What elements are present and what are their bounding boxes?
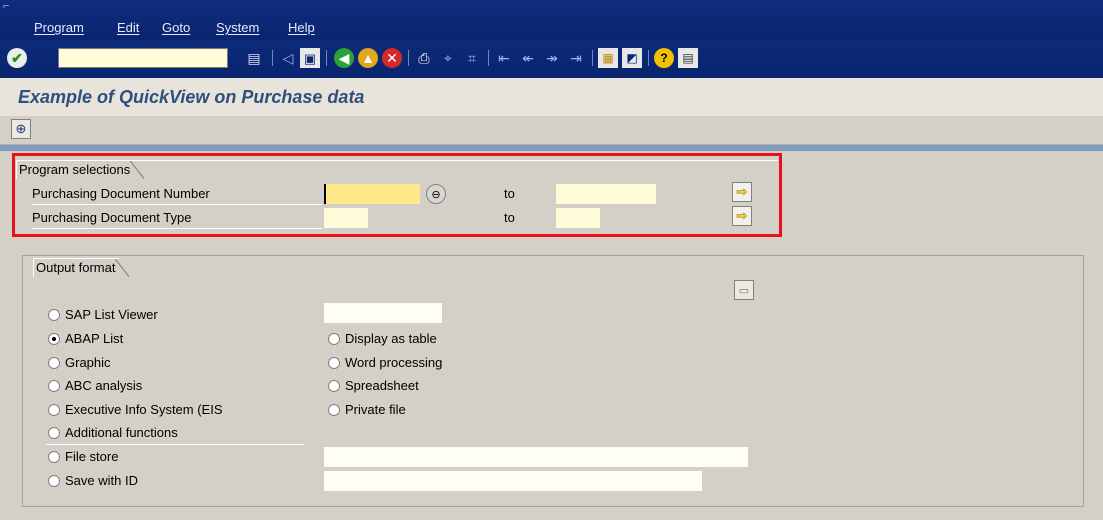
radio-abap-list[interactable]: ABAP List — [48, 328, 123, 350]
radio-private-file[interactable]: Private file — [328, 399, 406, 421]
print-icon[interactable]: ⎙ — [414, 48, 434, 68]
divider — [46, 444, 304, 445]
purchasing-document-number-label: Purchasing Document Number — [32, 184, 322, 205]
radio-icon[interactable] — [328, 404, 340, 416]
option-label: Save with ID — [65, 473, 138, 488]
shortcut-icon[interactable]: ◩ — [622, 48, 642, 68]
purchasing-document-type-to-input[interactable] — [556, 208, 600, 228]
next-page-icon[interactable]: ↠ — [542, 48, 562, 68]
application-toolbar — [0, 116, 1103, 145]
radio-abc-analysis[interactable]: ABC analysis — [48, 375, 142, 397]
output-format-group — [22, 255, 1084, 507]
radio-icon[interactable] — [48, 404, 60, 416]
purchasing-document-number-to-input[interactable] — [556, 184, 656, 204]
radio-graphic[interactable]: Graphic — [48, 352, 111, 374]
multiple-selection-icon[interactable]: ⇨ — [732, 182, 752, 202]
find-icon[interactable]: ⌖ — [438, 48, 458, 68]
radio-icon[interactable] — [48, 333, 60, 345]
option-label: File store — [65, 449, 119, 464]
radio-word-processing[interactable]: Word processing — [328, 352, 442, 374]
back-icon[interactable]: ◀ — [334, 48, 354, 68]
toolbar-separator — [592, 50, 593, 66]
radio-sap-list-viewer[interactable]: SAP List Viewer — [48, 304, 158, 326]
enter-icon[interactable]: ✔ — [7, 48, 27, 68]
radio-icon[interactable] — [328, 380, 340, 392]
last-page-icon[interactable]: ⇥ — [566, 48, 586, 68]
option-label: Additional functions — [65, 425, 178, 440]
toolbar-separator — [272, 50, 273, 66]
option-label: SAP List Viewer — [65, 307, 158, 322]
option-label: Private file — [345, 402, 406, 417]
option-label: Word processing — [345, 355, 443, 370]
option-label: ABAP List — [65, 331, 124, 346]
menu-help[interactable]: Help — [288, 20, 315, 35]
to-label: to — [504, 186, 515, 201]
search-help-icon[interactable]: ⊖ — [426, 184, 446, 204]
output-format-title: Output format — [33, 258, 131, 277]
option-label: Executive Info System (EIS — [65, 402, 223, 417]
menu-system[interactable]: System — [216, 20, 259, 35]
menu-edit[interactable]: Edit — [117, 20, 139, 35]
radio-file-store[interactable]: File store — [48, 446, 118, 468]
command-history-icon[interactable]: ▤ — [244, 48, 264, 68]
exit-icon[interactable]: ▲ — [358, 48, 378, 68]
layout-menu-icon[interactable]: ▤ — [678, 48, 698, 68]
radio-icon[interactable] — [48, 357, 60, 369]
toolbar-separator — [488, 50, 489, 66]
radio-icon[interactable] — [48, 427, 60, 439]
page-title: Example of QuickView on Purchase data — [18, 87, 365, 107]
header-divider — [0, 145, 1103, 151]
execute-icon[interactable]: ⊕ — [11, 119, 31, 139]
radio-icon[interactable] — [48, 475, 60, 487]
file-store-input[interactable] — [324, 447, 748, 467]
radio-icon[interactable] — [328, 333, 340, 345]
menu-goto[interactable]: Goto — [162, 20, 190, 35]
toolbar-separator — [648, 50, 649, 66]
system-menu-icon[interactable]: ⌐ — [3, 0, 9, 12]
radio-additional-functions[interactable]: Additional functions — [48, 422, 178, 444]
toolbar-separator — [408, 50, 409, 66]
previous-page-icon[interactable]: ↞ — [518, 48, 538, 68]
radio-icon[interactable] — [328, 357, 340, 369]
radio-save-with-id[interactable]: Save with ID — [48, 470, 138, 492]
to-label: to — [504, 210, 515, 225]
option-label: Graphic — [65, 355, 111, 370]
menu-program[interactable]: Program — [34, 20, 84, 35]
radio-display-as-table[interactable]: Display as table — [328, 328, 437, 350]
option-label: Display as table — [345, 331, 437, 346]
toolbar-separator — [326, 50, 327, 66]
cancel-icon[interactable]: ✕ — [382, 48, 402, 68]
purchasing-document-number-from-input[interactable] — [324, 184, 420, 204]
radio-icon[interactable] — [48, 309, 60, 321]
sap-list-viewer-variant-input[interactable] — [324, 303, 442, 323]
find-next-icon[interactable]: ⌗ — [462, 48, 482, 68]
program-selections-title: Program selections — [16, 160, 145, 179]
create-session-icon[interactable]: ▦ — [598, 48, 618, 68]
collapse-icon[interactable]: ◁ — [278, 48, 298, 68]
layout-icon[interactable]: ▭ — [734, 280, 754, 300]
first-page-icon[interactable]: ⇤ — [494, 48, 514, 68]
radio-spreadsheet[interactable]: Spreadsheet — [328, 375, 419, 397]
purchasing-document-type-label: Purchasing Document Type — [32, 208, 322, 229]
save-icon[interactable]: ▣ — [300, 48, 320, 68]
option-label: Spreadsheet — [345, 378, 419, 393]
save-with-id-input[interactable] — [324, 471, 702, 491]
radio-icon[interactable] — [48, 380, 60, 392]
purchasing-document-type-from-input[interactable] — [324, 208, 368, 228]
help-icon[interactable]: ? — [654, 48, 674, 68]
option-label: ABC analysis — [65, 378, 143, 393]
radio-icon[interactable] — [48, 451, 60, 463]
command-field[interactable] — [58, 48, 228, 68]
multiple-selection-icon[interactable]: ⇨ — [732, 206, 752, 226]
radio-executive-info-system[interactable]: Executive Info System (EIS — [48, 399, 223, 421]
